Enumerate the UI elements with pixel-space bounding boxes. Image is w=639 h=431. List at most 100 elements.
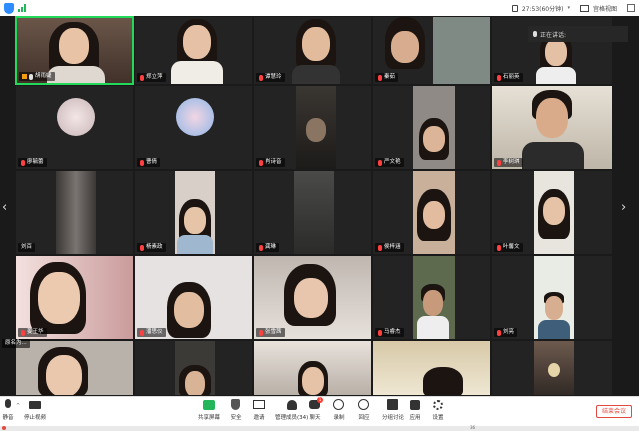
video-tile[interactable]: 郑立萍 — [134, 16, 253, 85]
participant-name-tag: 刘百 — [18, 243, 36, 252]
participant-name-tag: 侯梓涵 — [375, 243, 404, 252]
active-speaker-indicator: 正在讲话: — [528, 26, 628, 42]
camera-icon — [29, 401, 41, 409]
video-tile[interactable]: 张雪茜 — [253, 255, 372, 340]
participant-name-tag: 张雪茜 — [256, 328, 285, 337]
apps-icon — [410, 400, 420, 410]
participant-name-tag: 龚琳 — [256, 243, 280, 252]
invite-icon — [253, 400, 265, 409]
mic-muted-icon — [140, 329, 144, 336]
participant-name-tag: 潘思仪 — [137, 328, 166, 337]
participants-button[interactable]: 管理成员(34) — [275, 399, 308, 421]
next-page-arrow-icon[interactable]: › — [621, 200, 626, 215]
mic-muted-icon — [378, 74, 382, 81]
top-bar: 27:53(60分钟) ▾ 宫格视图 — [0, 0, 639, 16]
participant-name-tag: 姜王华 — [18, 328, 47, 337]
mic-muted-icon — [259, 244, 263, 251]
rename-overlay-label[interactable]: 原名为... — [2, 339, 30, 348]
settings-button[interactable]: 设置 — [432, 399, 444, 421]
invite-button[interactable]: 邀请 — [253, 399, 265, 421]
signal-strength-icon[interactable] — [18, 4, 26, 12]
mic-muted-icon — [259, 329, 263, 336]
gear-icon — [433, 400, 443, 410]
mic-muted-icon — [140, 74, 144, 81]
mic-on-icon — [29, 73, 33, 80]
host-icon — [22, 74, 27, 79]
participants-icon — [286, 400, 297, 410]
video-tile[interactable]: 潘思仪 — [134, 255, 253, 340]
chat-button[interactable]: 1 聊天 — [309, 397, 323, 421]
video-tile[interactable]: 刘百 — [15, 170, 134, 255]
timer-dropdown-icon[interactable]: ▾ — [567, 5, 570, 11]
video-tile[interactable] — [15, 340, 134, 396]
video-tile[interactable] — [134, 340, 253, 396]
video-tile[interactable] — [372, 340, 491, 396]
mic-muted-icon — [140, 244, 144, 251]
chat-unread-badge: 1 — [317, 397, 323, 403]
share-screen-icon — [203, 400, 215, 410]
video-tile[interactable]: 严文艳 — [372, 85, 491, 170]
participant-name-tag: 肖诗音 — [256, 158, 285, 167]
end-meeting-button[interactable]: 结束会议 — [595, 405, 632, 418]
profile-avatar — [176, 98, 214, 136]
breakout-rooms-button[interactable]: 分组讨论 — [382, 399, 404, 421]
timer-icon — [511, 4, 518, 12]
fullscreen-icon[interactable] — [627, 4, 635, 12]
security-button[interactable]: 安全 — [230, 399, 242, 421]
mic-muted-icon — [21, 159, 25, 166]
video-tile[interactable]: 秦茹 — [372, 16, 491, 85]
participant-name-tag: 马睿杰 — [375, 328, 404, 337]
video-tile[interactable]: 胡雨婕 — [15, 16, 134, 85]
grid-view-icon[interactable] — [579, 4, 589, 12]
video-tile[interactable]: 马睿杰 — [372, 255, 491, 340]
participant-name-tag: 杨素政 — [137, 243, 166, 252]
participant-name-tag: 郑立萍 — [137, 73, 166, 82]
mic-muted-icon — [497, 329, 501, 336]
stop-video-button[interactable]: 停止视频 — [24, 399, 46, 421]
video-tile[interactable]: 曹倩 — [134, 85, 253, 170]
meeting-timer: 27:53(60分钟) — [521, 5, 564, 13]
participant-name-tag: 石丽英 — [494, 73, 523, 82]
video-grid: 胡雨婕 郑立萍 谭慧玲 秦茹 石丽英 廖毓蕾 曹倩 肖诗音 严文艳 李树琪 刘百… — [15, 16, 613, 396]
share-screen-button[interactable]: 共享屏幕 — [198, 399, 220, 421]
mic-muted-icon — [21, 329, 25, 336]
mic-muted-icon — [378, 159, 382, 166]
reactions-button[interactable]: 回应 — [358, 399, 370, 421]
alert-dot-icon — [2, 426, 6, 430]
participant-name-tag: 严文艳 — [375, 158, 404, 167]
participant-name-tag: 刘亮 — [494, 328, 518, 337]
mic-muted-icon — [259, 159, 263, 166]
video-tile[interactable]: 廖毓蕾 — [15, 85, 134, 170]
reaction-icon — [358, 399, 369, 410]
mic-muted-icon — [378, 244, 382, 251]
mic-muted-icon — [259, 74, 263, 81]
video-tile[interactable]: 谭慧玲 — [253, 16, 372, 85]
meeting-window: 27:53(60分钟) ▾ 宫格视图 胡雨婕 郑立萍 谭慧玲 秦茹 石丽英 廖毓… — [0, 0, 639, 431]
record-button[interactable]: 录制 — [333, 399, 345, 421]
apps-button[interactable]: 应用 — [409, 399, 421, 421]
status-strip: 36 — [0, 425, 639, 431]
video-tile[interactable]: 侯梓涵 — [372, 170, 491, 255]
microphone-icon — [5, 399, 11, 408]
video-tile[interactable]: 姜王华 — [15, 255, 134, 340]
profile-avatar — [57, 98, 95, 136]
record-icon — [333, 399, 344, 410]
video-tile[interactable] — [491, 340, 613, 396]
mute-options-chevron-icon[interactable]: ^ — [16, 403, 20, 409]
video-tile[interactable]: 叶馨文 — [491, 170, 613, 255]
video-tile[interactable]: 肖诗音 — [253, 85, 372, 170]
video-tile[interactable]: 杨素政 — [134, 170, 253, 255]
security-shield-icon[interactable] — [4, 2, 14, 14]
meeting-toolbar: 静音 ^ 停止视频 共享屏幕 安全 邀请 管理成员(34) 1 聊天 录制 回应… — [0, 396, 639, 426]
mute-button[interactable]: 静音 — [2, 399, 14, 421]
participant-name-tag: 廖毓蕾 — [18, 158, 47, 167]
view-mode-button[interactable]: 宫格视图 — [593, 4, 617, 13]
video-tile[interactable]: 李树琪 — [491, 85, 613, 170]
video-tile[interactable] — [253, 340, 372, 396]
prev-page-arrow-icon[interactable]: ‹ — [2, 200, 7, 215]
video-tile[interactable]: 刘亮 — [491, 255, 613, 340]
video-tile[interactable]: 龚琳 — [253, 170, 372, 255]
participant-name-tag: 李树琪 — [494, 158, 523, 167]
participant-name-tag: 曹倩 — [137, 158, 161, 167]
mic-muted-icon — [497, 244, 501, 251]
